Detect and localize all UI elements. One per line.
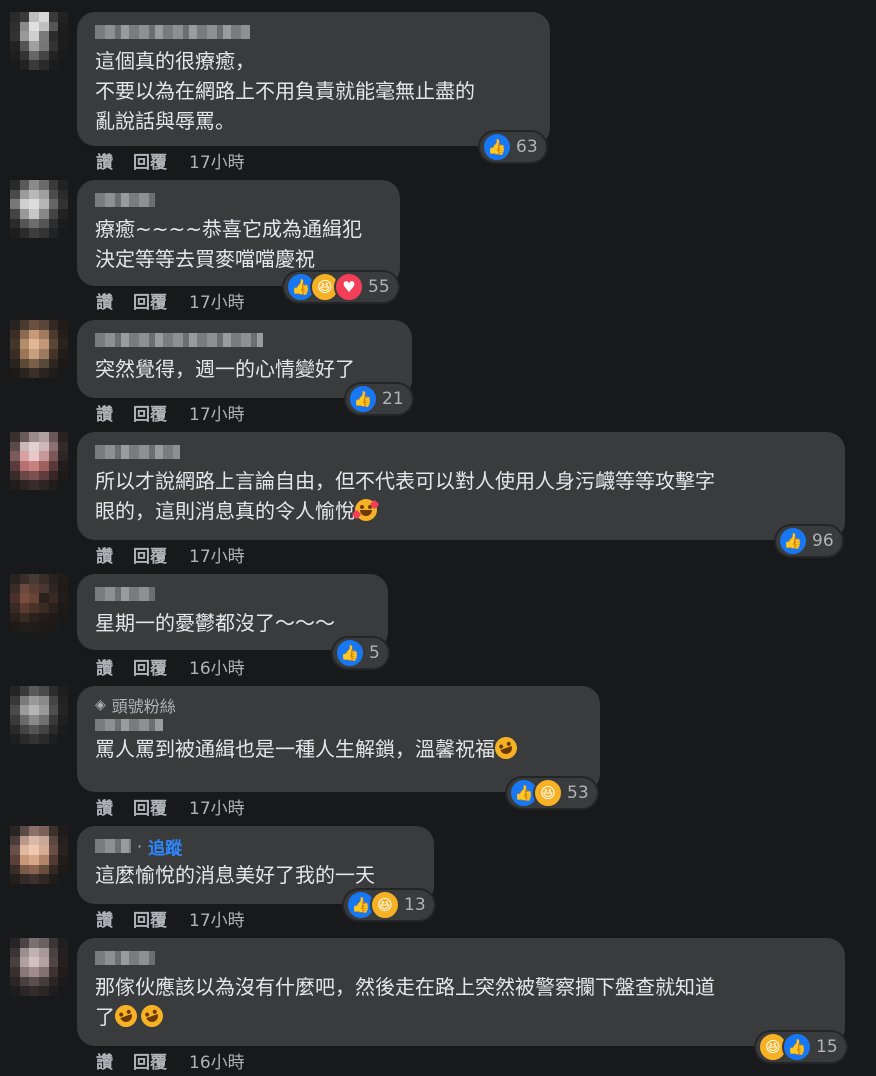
rolling-laughing-emoji	[491, 733, 521, 763]
comment-feed: 這個真的很療癒， 不要以為在網路上不用負責就能毫無止盡的 亂說話與辱罵。 👍 6…	[0, 0, 876, 1076]
avatar[interactable]	[10, 938, 68, 996]
comment-bubble: ◈ 頭號粉絲 罵人罵到被通緝也是一種人生解鎖，溫馨祝福	[77, 686, 600, 792]
rolling-laughing-emoji	[137, 1001, 167, 1031]
like-icon: 👍	[782, 1032, 812, 1062]
comment-actions: 讚 回覆 16小時	[96, 1048, 245, 1073]
timestamp[interactable]: 17小時	[189, 148, 245, 173]
like-icon: 👍	[482, 132, 512, 162]
author-name-blur[interactable]	[95, 839, 131, 853]
comment-text: 突然覺得，週一的心情變好了	[95, 357, 355, 381]
author-name[interactable]	[95, 948, 833, 968]
comment-text: 這個真的很療癒， 不要以為在網路上不用負責就能毫無止盡的 亂說話與辱罵。	[95, 49, 475, 133]
author-name[interactable]	[95, 22, 538, 42]
reaction-count: 53	[567, 783, 589, 803]
reaction-summary[interactable]: 👍 96	[776, 526, 842, 556]
author-name[interactable]	[95, 330, 400, 350]
comment-actions: 讚 回覆 17小時	[96, 288, 245, 313]
like-button[interactable]: 讚	[96, 794, 113, 819]
reaction-summary[interactable]: 😆 👍 15	[756, 1032, 846, 1062]
comment-actions: 讚 回覆 17小時	[96, 148, 245, 173]
timestamp[interactable]: 16小時	[189, 1048, 245, 1073]
comment-bubble: 療癒~~~~恭喜它成為通緝犯 決定等等去買麥噹噹慶祝	[77, 180, 400, 286]
author-name[interactable]	[95, 584, 376, 604]
author-name[interactable]	[95, 442, 833, 462]
author-name: · 追蹤	[95, 834, 422, 859]
avatar[interactable]	[10, 432, 68, 490]
avatar[interactable]	[10, 574, 68, 632]
timestamp[interactable]: 16小時	[189, 654, 245, 679]
comment-text-content: 那傢伙應該以為沒有什麼吧，然後走在路上突然被警察攔下盤查就知道 了	[95, 975, 715, 1029]
timestamp[interactable]: 17小時	[189, 906, 245, 931]
like-button[interactable]: 讚	[96, 288, 113, 313]
haha-icon: 😆	[533, 778, 563, 808]
like-button[interactable]: 讚	[96, 654, 113, 679]
like-button[interactable]: 讚	[96, 148, 113, 173]
comment-actions: 讚 回覆 17小時	[96, 542, 245, 567]
reaction-summary[interactable]: 👍 5	[333, 638, 388, 668]
love-icon: ♥	[334, 272, 364, 302]
reaction-count: 96	[812, 531, 834, 551]
diamond-icon: ◈	[95, 697, 106, 713]
like-button[interactable]: 讚	[96, 542, 113, 567]
rolling-laughing-emoji	[111, 1001, 141, 1031]
comment-bubble: 這個真的很療癒， 不要以為在網路上不用負責就能毫無止盡的 亂說話與辱罵。	[77, 12, 550, 146]
comment-text-content: 罵人罵到被通緝也是一種人生解鎖，溫馨祝福	[95, 737, 495, 761]
avatar[interactable]	[10, 12, 68, 70]
reaction-count: 5	[369, 643, 380, 663]
comment-text-content: 所以才說網路上言論自由，但不代表可以對人使用人身污衊等等攻擊字 眼的，這則消息真…	[95, 469, 715, 523]
reply-button[interactable]: 回覆	[133, 1048, 167, 1073]
reaction-count: 21	[382, 389, 404, 409]
comment-actions: 讚 回覆 17小時	[96, 906, 245, 931]
comment-actions: 讚 回覆 17小時	[96, 794, 245, 819]
avatar[interactable]	[10, 180, 68, 238]
reaction-summary[interactable]: 👍 😆 ♥ 55	[284, 272, 398, 302]
avatar[interactable]	[10, 320, 68, 378]
author-name[interactable]	[95, 190, 388, 210]
reply-button[interactable]: 回覆	[133, 794, 167, 819]
like-button[interactable]: 讚	[96, 1048, 113, 1073]
comment-text: 那傢伙應該以為沒有什麼吧，然後走在路上突然被警察攔下盤查就知道 了	[95, 972, 833, 1032]
smiling-face-with-hearts-emoji	[351, 499, 380, 521]
like-icon: 👍	[348, 384, 378, 414]
comment-actions: 讚 回覆 17小時	[96, 400, 245, 425]
comment-bubble: 那傢伙應該以為沒有什麼吧，然後走在路上突然被警察攔下盤查就知道 了	[77, 938, 845, 1046]
top-fan-badge: ◈ 頭號粉絲	[95, 694, 588, 716]
reply-button[interactable]: 回覆	[133, 400, 167, 425]
comment-text: 罵人罵到被通緝也是一種人生解鎖，溫馨祝福	[95, 733, 588, 764]
timestamp[interactable]: 17小時	[189, 542, 245, 567]
reply-button[interactable]: 回覆	[133, 654, 167, 679]
separator-dot: ·	[137, 836, 143, 856]
reaction-count: 63	[516, 137, 538, 157]
like-button[interactable]: 讚	[96, 906, 113, 931]
timestamp[interactable]: 17小時	[189, 794, 245, 819]
like-icon: 👍	[335, 638, 365, 668]
haha-icon: 😆	[370, 890, 400, 920]
reply-button[interactable]: 回覆	[133, 148, 167, 173]
comment-actions: 讚 回覆 16小時	[96, 654, 245, 679]
avatar[interactable]	[10, 686, 68, 744]
reaction-summary[interactable]: 👍 😆 13	[344, 890, 434, 920]
avatar[interactable]	[10, 826, 68, 884]
reaction-count: 15	[816, 1037, 838, 1057]
like-icon: 👍	[778, 526, 808, 556]
reaction-summary[interactable]: 👍 😆 53	[507, 778, 597, 808]
author-name[interactable]	[95, 718, 588, 732]
follow-button[interactable]: 追蹤	[148, 834, 182, 859]
badge-label: 頭號粉絲	[111, 697, 176, 716]
comment-text: 療癒~~~~恭喜它成為通緝犯 決定等等去買麥噹噹慶祝	[95, 217, 363, 271]
reaction-summary[interactable]: 👍 63	[480, 132, 546, 162]
reply-button[interactable]: 回覆	[133, 906, 167, 931]
timestamp[interactable]: 17小時	[189, 400, 245, 425]
comment-bubble: 所以才說網路上言論自由，但不代表可以對人使用人身污衊等等攻擊字 眼的，這則消息真…	[77, 432, 845, 540]
reaction-count: 55	[368, 277, 390, 297]
timestamp[interactable]: 17小時	[189, 288, 245, 313]
like-button[interactable]: 讚	[96, 400, 113, 425]
reply-button[interactable]: 回覆	[133, 542, 167, 567]
reply-button[interactable]: 回覆	[133, 288, 167, 313]
reaction-summary[interactable]: 👍 21	[346, 384, 412, 414]
comment-text: 所以才說網路上言論自由，但不代表可以對人使用人身污衊等等攻擊字 眼的，這則消息真…	[95, 466, 833, 526]
comment-text: 星期一的憂鬱都沒了～～～	[95, 611, 335, 635]
comment-text: 這麼愉悅的消息美好了我的一天	[95, 863, 375, 887]
reaction-count: 13	[404, 895, 426, 915]
